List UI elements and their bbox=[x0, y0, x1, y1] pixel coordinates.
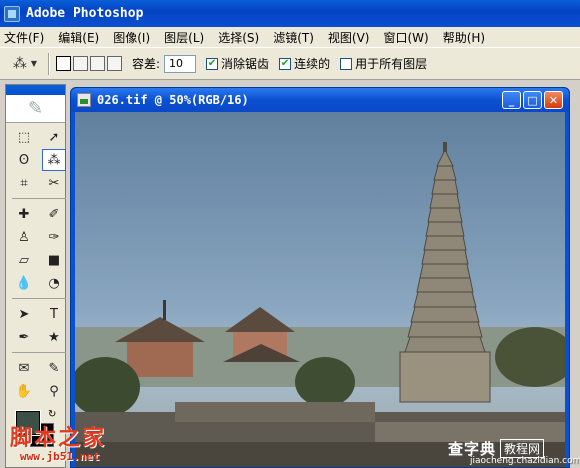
menu-edit[interactable]: 编辑(E) bbox=[58, 29, 99, 46]
antialias-checkbox[interactable]: ✔ 消除锯齿 bbox=[206, 55, 269, 72]
menu-layer[interactable]: 图层(L) bbox=[164, 29, 204, 46]
eraser-tool-icon[interactable]: ▱ bbox=[12, 249, 36, 271]
watermark-left-url: www.jb51.net bbox=[20, 450, 100, 463]
tolerance-label: 容差: bbox=[132, 57, 161, 71]
watermark-right-url: jiaocheng.chazidian.com bbox=[470, 456, 580, 466]
intersect-selection-button[interactable] bbox=[107, 56, 122, 71]
new-selection-button[interactable] bbox=[56, 56, 71, 71]
toolbox-divider bbox=[12, 195, 66, 199]
slice-tool-icon[interactable]: ✂ bbox=[42, 172, 66, 194]
tool-preset-picker[interactable]: ⁂ ▼ bbox=[8, 52, 42, 76]
zoom-tool-icon[interactable]: ⚲ bbox=[42, 380, 66, 402]
menu-select[interactable]: 选择(S) bbox=[218, 29, 259, 46]
menu-bar: 文件(F) 编辑(E) 图像(I) 图层(L) 选择(S) 滤镜(T) 视图(V… bbox=[0, 27, 580, 47]
toolbox-divider bbox=[12, 349, 66, 353]
swap-colors-icon[interactable]: ↻ bbox=[48, 409, 56, 420]
menu-help[interactable]: 帮助(H) bbox=[443, 29, 485, 46]
crop-tool-icon[interactable]: ⌗ bbox=[12, 172, 36, 194]
menu-file[interactable]: 文件(F) bbox=[4, 29, 44, 46]
contiguous-checkbox[interactable]: ✔ 连续的 bbox=[279, 55, 330, 72]
app-title: Adobe Photoshop bbox=[26, 6, 144, 21]
blur-tool-icon[interactable]: 💧 bbox=[12, 272, 36, 294]
menu-image[interactable]: 图像(I) bbox=[113, 29, 150, 46]
photoshop-app-icon bbox=[4, 5, 20, 22]
document-window: 026.tif @ 50%(RGB/16) _ □ ✕ bbox=[70, 87, 570, 468]
toolbox-titlebar[interactable] bbox=[6, 85, 65, 95]
notes-tool-icon[interactable]: ✉ bbox=[12, 357, 36, 379]
add-to-selection-button[interactable] bbox=[73, 56, 88, 71]
tolerance-input[interactable] bbox=[164, 54, 197, 73]
marquee-tool-icon[interactable]: ⬚ bbox=[12, 126, 36, 148]
minimize-button[interactable]: _ bbox=[502, 91, 521, 109]
pagoda-temple-photo bbox=[75, 142, 565, 467]
options-bar: ⁂ ▼ 容差: ✔ 消除锯齿 ✔ 连续的 用于所有图层 bbox=[0, 47, 580, 80]
lasso-tool-icon[interactable]: ʘ bbox=[12, 149, 36, 171]
move-tool-icon[interactable]: ➚ bbox=[42, 126, 66, 148]
menu-filter[interactable]: 滤镜(T) bbox=[273, 29, 314, 46]
options-divider bbox=[48, 52, 50, 75]
subtract-from-selection-button[interactable] bbox=[90, 56, 105, 71]
document-title: 026.tif @ 50%(RGB/16) bbox=[97, 93, 249, 107]
brush-tool-icon[interactable]: ✐ bbox=[42, 203, 66, 225]
maximize-button[interactable]: □ bbox=[523, 91, 542, 109]
contiguous-label: 连续的 bbox=[294, 57, 331, 71]
menu-window[interactable]: 窗口(W) bbox=[383, 29, 428, 46]
chevron-down-icon: ▼ bbox=[30, 59, 38, 68]
checkmark-icon: ✔ bbox=[206, 57, 219, 70]
watermark-left-text: 脚本之家 bbox=[10, 425, 107, 451]
document-titlebar[interactable]: 026.tif @ 50%(RGB/16) _ □ ✕ bbox=[71, 88, 569, 112]
close-button[interactable]: ✕ bbox=[544, 91, 563, 109]
antialias-label: 消除锯齿 bbox=[221, 57, 270, 71]
selection-mode-group bbox=[56, 56, 122, 71]
app-titlebar: Adobe Photoshop bbox=[0, 0, 580, 27]
checkbox-empty-icon bbox=[340, 57, 353, 70]
document-canvas[interactable] bbox=[75, 112, 565, 467]
clone-stamp-icon[interactable]: ♙ bbox=[12, 226, 36, 248]
dodge-tool-icon[interactable]: ◔ bbox=[42, 272, 66, 294]
path-selection-icon[interactable]: ➤ bbox=[12, 303, 36, 325]
healing-brush-icon[interactable]: ✚ bbox=[12, 203, 36, 225]
history-brush-icon[interactable]: ✑ bbox=[42, 226, 66, 248]
toolbox: ✎ ⬚ ➚ ʘ ⁂ ⌗ ✂ ✚ ✐ ♙ ✑ ▱ ■ 💧 ◔ ➤ T ✒ ★ ✉ … bbox=[5, 84, 66, 468]
document-icon bbox=[77, 93, 91, 107]
checkmark-icon: ✔ bbox=[279, 57, 292, 70]
shape-tool-icon[interactable]: ★ bbox=[42, 326, 66, 348]
menu-view[interactable]: 视图(V) bbox=[328, 29, 370, 46]
pen-tool-icon[interactable]: ✒ bbox=[12, 326, 36, 348]
adobe-feather-icon[interactable]: ✎ bbox=[6, 95, 65, 123]
eyedropper-tool-icon[interactable]: ✎ bbox=[42, 357, 66, 379]
toolbox-divider bbox=[12, 295, 66, 299]
type-tool-icon[interactable]: T bbox=[42, 303, 66, 325]
hand-tool-icon[interactable]: ✋ bbox=[12, 380, 36, 402]
magic-wand-tool-icon[interactable]: ⁂ bbox=[42, 149, 66, 171]
all-layers-checkbox[interactable]: 用于所有图层 bbox=[340, 55, 427, 72]
all-layers-label: 用于所有图层 bbox=[355, 57, 428, 71]
gradient-tool-icon[interactable]: ■ bbox=[42, 249, 66, 271]
magic-wand-icon: ⁂ bbox=[12, 55, 27, 72]
